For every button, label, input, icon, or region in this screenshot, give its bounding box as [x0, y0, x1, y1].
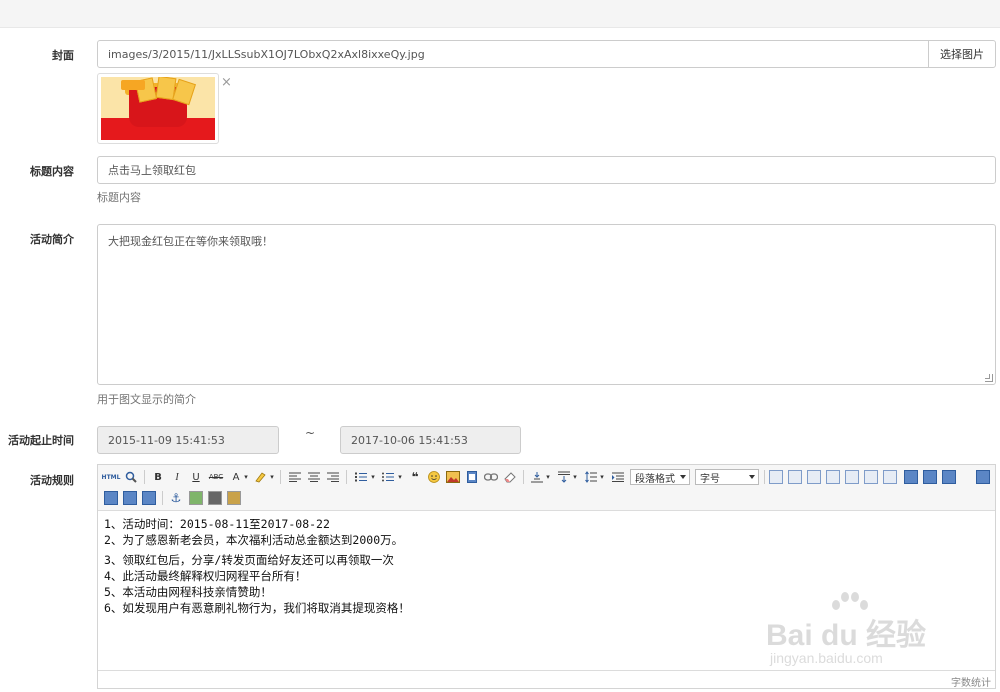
start-time-input[interactable]: 2015-11-09 15:41:53 [97, 426, 279, 454]
remove-cover-icon[interactable]: × [221, 75, 232, 90]
rule-line: 4、此活动最终解释权归网程平台所有！ [104, 569, 307, 583]
paragraph-format-value: 段落格式 [635, 473, 675, 485]
top-bar [0, 0, 1000, 28]
chevron-down-icon[interactable]: ▾ [544, 470, 552, 484]
chevron-down-icon [749, 475, 755, 479]
line-height-icon[interactable] [584, 470, 598, 484]
rules-label: 活动规则 [30, 474, 74, 487]
font-size-select[interactable]: 字号 [695, 469, 759, 485]
choose-image-button[interactable]: 选择图片 [928, 40, 996, 68]
editor-toolbar: HTML B I U ABC A ▾ ▾ ▾ ▾ ❝ ▾ ▾ ▾ 段落格式 字号… [98, 465, 995, 511]
merge-right-icon[interactable] [923, 470, 937, 484]
eraser-icon[interactable] [503, 470, 517, 484]
split-cells-icon[interactable] [104, 491, 118, 505]
insert-column-icon[interactable] [864, 470, 878, 484]
red-packet-image [101, 77, 215, 140]
merge-cells-icon[interactable] [904, 470, 918, 484]
chevron-down-icon[interactable]: ▾ [242, 470, 250, 484]
emoji-icon[interactable] [427, 470, 441, 484]
merge-down-icon[interactable] [942, 470, 956, 484]
rule-line: 2、为了感恩新老会员，本次福利活动总金额达到2000万。 [104, 533, 404, 547]
chevron-down-icon[interactable]: ▾ [598, 470, 606, 484]
split-columns-icon[interactable] [142, 491, 156, 505]
insert-row-icon[interactable] [826, 470, 840, 484]
watermark-url: jingyan.baidu.com [770, 650, 883, 666]
insert-table-icon[interactable] [769, 470, 783, 484]
paragraph-format-select[interactable]: 段落格式 [630, 469, 690, 485]
link-icon[interactable] [484, 470, 498, 484]
indent-icon[interactable] [611, 470, 625, 484]
watermark-brand: Bai du 经验 [766, 619, 927, 652]
image-icon[interactable] [446, 470, 460, 484]
preview-zoom-icon[interactable] [124, 470, 138, 484]
underline-icon[interactable]: U [189, 470, 203, 484]
strikethrough-icon[interactable]: ABC [208, 470, 224, 484]
highlight-color-icon[interactable] [254, 470, 268, 484]
intro-label: 活动简介 [30, 233, 74, 246]
fullscreen-icon[interactable] [976, 470, 990, 484]
rule-line: 1、活动时间：2015-08-11至2017-08-22 [104, 517, 330, 531]
period-label: 活动起止时间 [8, 434, 74, 447]
intro-textarea[interactable]: 大把现金红包正在等你来领取哦！ [97, 224, 996, 385]
font-size-value: 字号 [700, 473, 720, 485]
anchor-icon[interactable]: ⚓ [169, 491, 183, 505]
rule-line: 3、领取红包后，分享/转发页面给好友还可以再领取一次 [104, 553, 394, 567]
video-icon[interactable] [465, 470, 479, 484]
word-count: 字数统计 [951, 678, 991, 689]
blockquote-icon[interactable]: ❝ [408, 470, 422, 484]
title-help-text: 标题内容 [97, 191, 141, 204]
cover-thumbnail [97, 73, 219, 144]
chevron-down-icon[interactable]: ▾ [571, 470, 579, 484]
unordered-list-icon[interactable] [381, 470, 395, 484]
bold-icon[interactable]: B [151, 470, 165, 484]
intro-text: 大把现金红包正在等你来领取哦！ [108, 235, 273, 248]
insert-paragraph-before-table-icon[interactable] [807, 470, 821, 484]
print-icon[interactable] [208, 491, 222, 505]
insert-image-icon[interactable] [189, 491, 203, 505]
italic-icon[interactable]: I [170, 470, 184, 484]
align-left-icon[interactable] [288, 470, 302, 484]
html-source-icon[interactable]: HTML [102, 470, 121, 484]
chevron-down-icon [680, 475, 686, 479]
cover-path-input[interactable]: images/3/2015/11/JxLLSsubX1OJ7LObxQ2xAxl… [97, 40, 929, 68]
paragraph-spacing-icon[interactable] [557, 470, 571, 484]
resize-handle-icon[interactable] [985, 374, 993, 382]
intro-help-text: 用于图文显示的简介 [97, 393, 196, 406]
period-separator: ~ [305, 426, 316, 440]
align-right-icon[interactable] [326, 470, 340, 484]
delete-row-icon[interactable] [845, 470, 859, 484]
end-time-input[interactable]: 2017-10-06 15:41:53 [340, 426, 521, 454]
delete-table-icon[interactable] [788, 470, 802, 484]
align-center-icon[interactable] [307, 470, 321, 484]
font-color-icon[interactable]: A [229, 470, 243, 484]
chevron-down-icon[interactable]: ▾ [369, 470, 377, 484]
vertical-align-icon[interactable] [530, 470, 544, 484]
ordered-list-icon[interactable] [354, 470, 368, 484]
cover-label: 封面 [52, 49, 74, 62]
paste-icon[interactable] [227, 491, 241, 505]
chevron-down-icon[interactable]: ▾ [268, 470, 276, 484]
delete-column-icon[interactable] [883, 470, 897, 484]
editor-statusbar: 字数统计 [98, 670, 995, 689]
chevron-down-icon[interactable]: ▾ [396, 470, 404, 484]
baidu-watermark: Bai du 经验 jingyan.baidu.com [766, 590, 996, 670]
title-input[interactable]: 点击马上领取红包 [97, 156, 996, 184]
title-label: 标题内容 [30, 165, 74, 178]
split-rows-icon[interactable] [123, 491, 137, 505]
